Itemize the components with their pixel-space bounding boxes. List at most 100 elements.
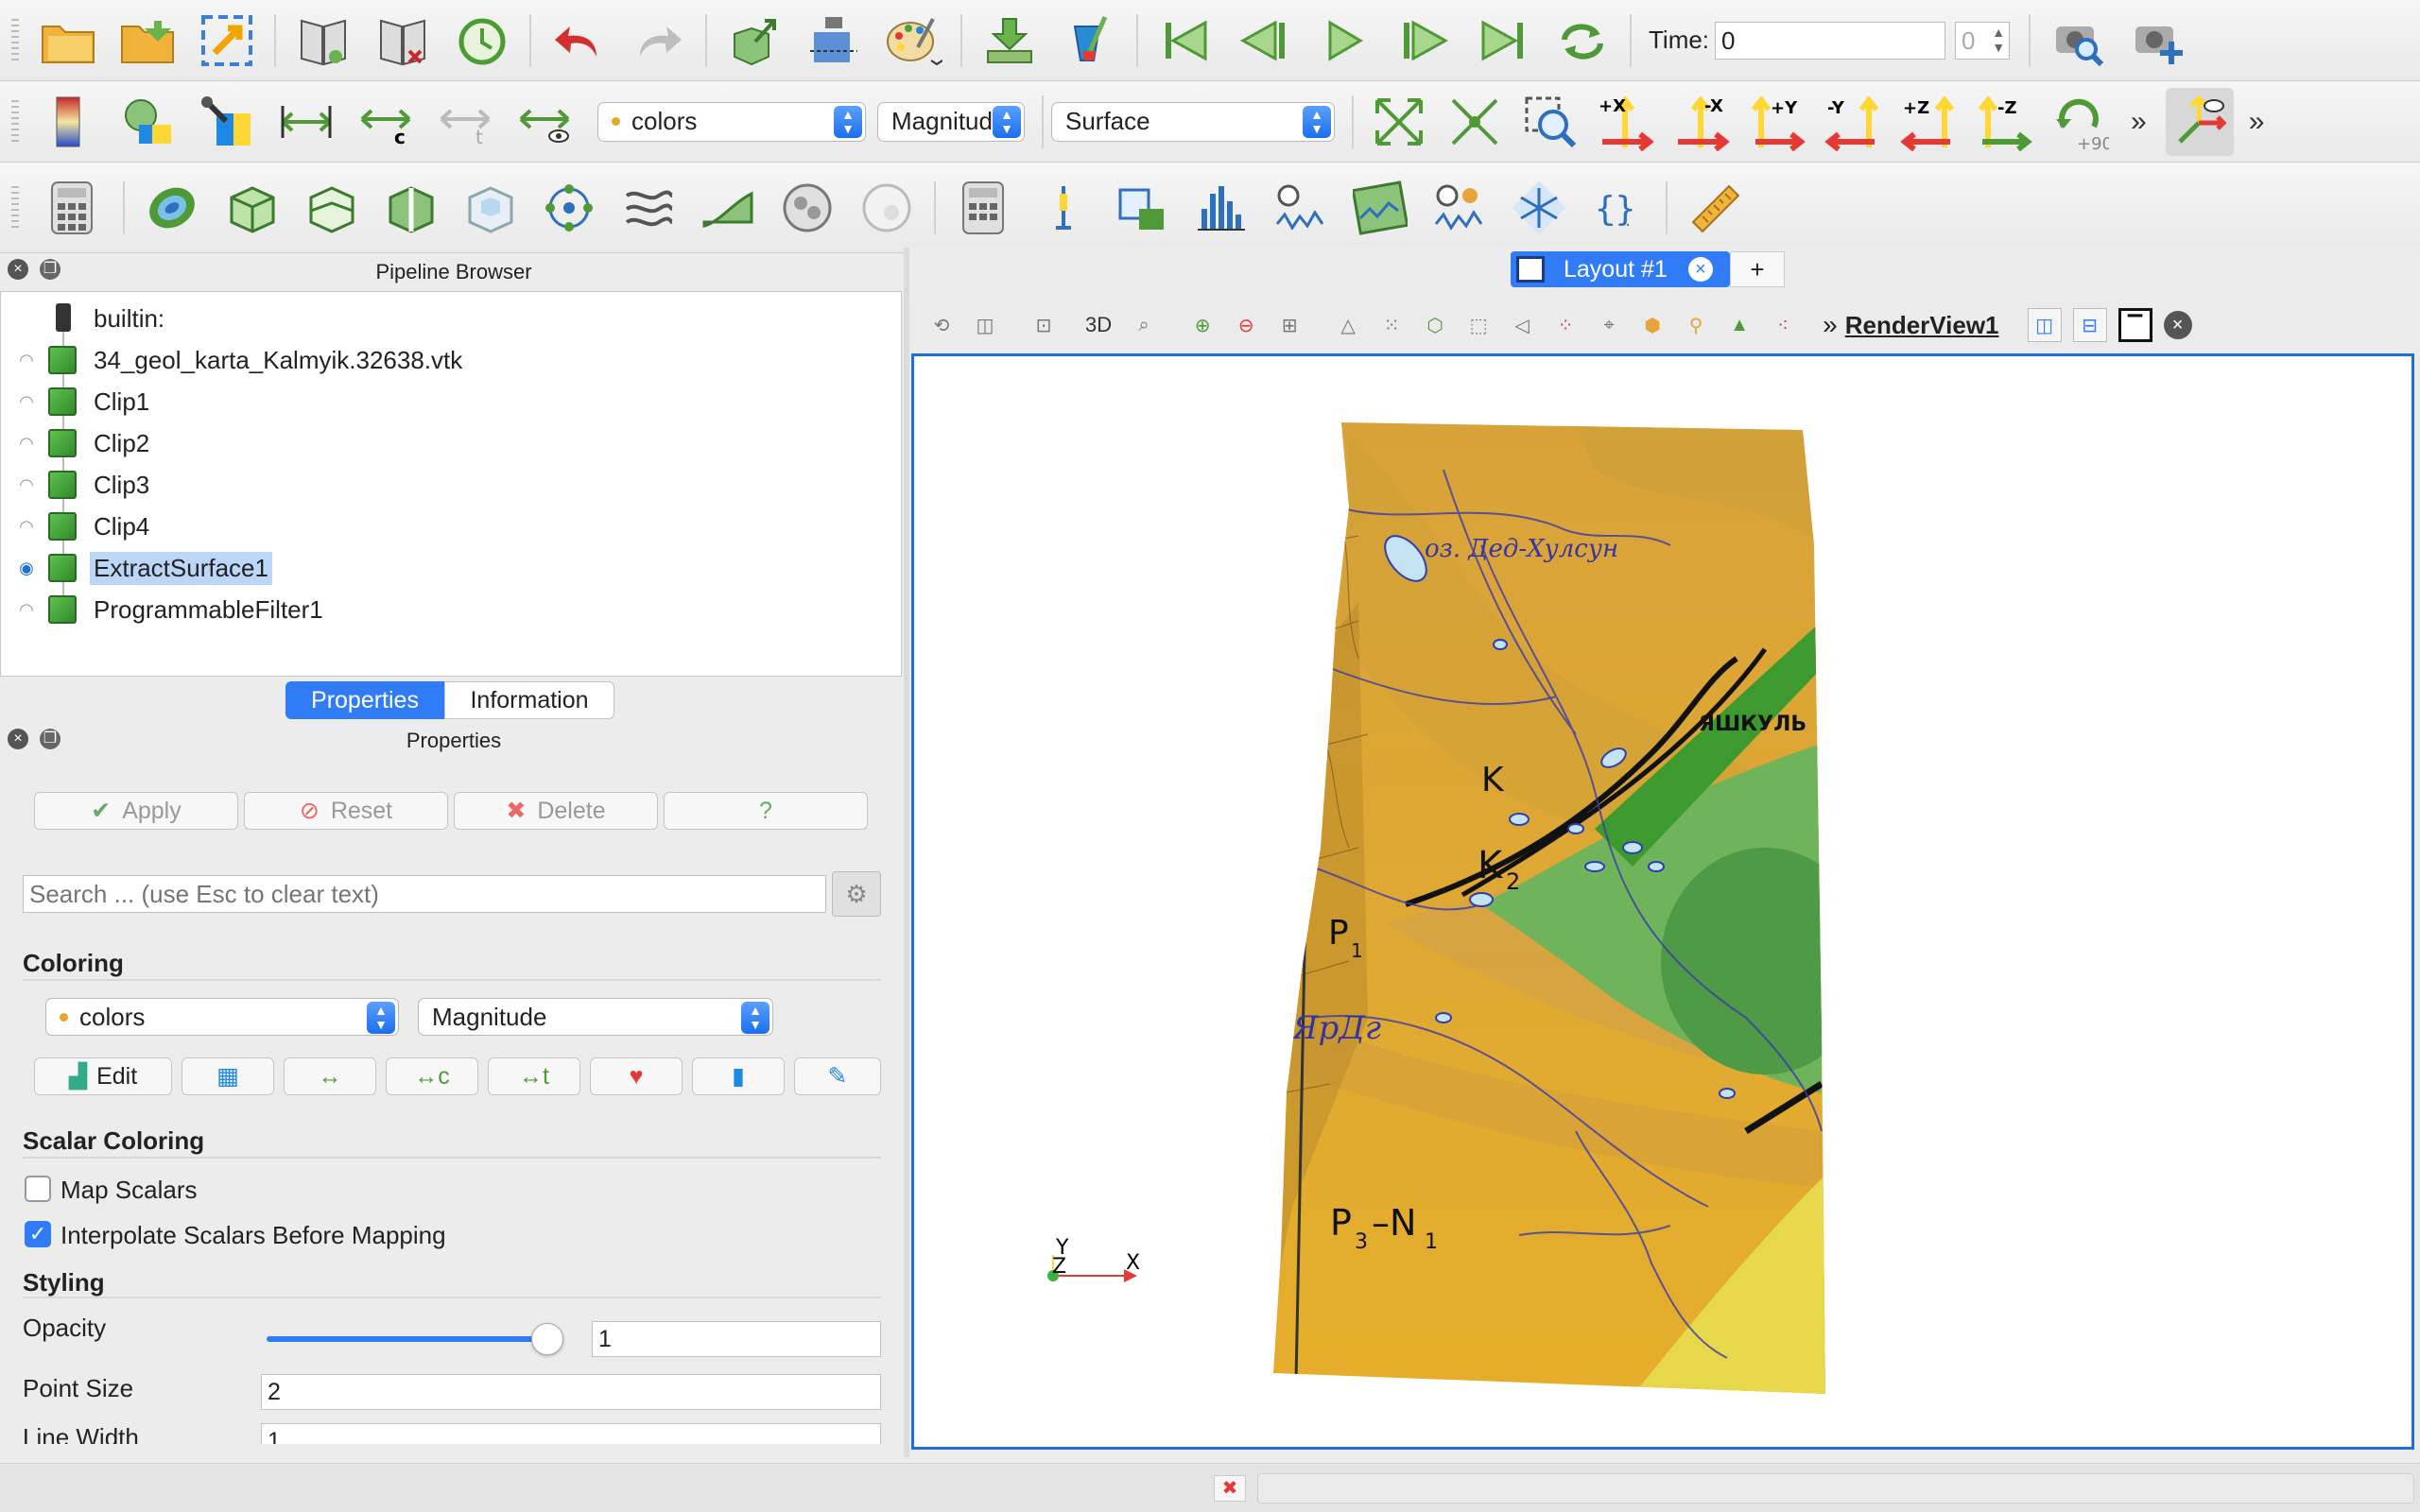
reset-camera-closest-icon[interactable]: ⟲ (925, 308, 959, 342)
advanced-properties-gear-icon[interactable]: ⚙ (832, 871, 881, 917)
close-panel-icon[interactable]: × (8, 259, 28, 280)
toolbar-grip[interactable] (11, 185, 19, 230)
plot-selection-over-time-icon[interactable] (1267, 174, 1335, 242)
grow-selection-icon[interactable]: ▲ (1722, 308, 1756, 342)
toggle-3d-button[interactable]: 3D (1085, 308, 1112, 342)
stream-tracer-icon[interactable] (614, 174, 683, 242)
toolbar-overflow-icon[interactable]: » (1823, 310, 1838, 340)
rescale-custom-button[interactable]: ↔c (386, 1057, 478, 1095)
tab-information[interactable]: Information (444, 681, 614, 719)
time-input[interactable]: 0 (1715, 21, 1946, 60)
interactive-select-icon[interactable]: ⌖ (1592, 308, 1626, 342)
pipeline-item-extractsurface1[interactable]: ◉ ExtractSurface1 (1, 547, 901, 589)
scalar-bar-icon[interactable] (113, 88, 182, 156)
interpolate-scalars-checkbox[interactable]: ✓ (25, 1221, 51, 1247)
hover-cells-icon[interactable]: ⬢ (1635, 308, 1669, 342)
visibility-hidden-icon[interactable]: ◠ (12, 600, 41, 620)
reset-camera-icon[interactable] (1365, 88, 1433, 156)
json-filter-icon[interactable]: {}... (1584, 174, 1652, 242)
pipeline-item-clip3[interactable]: ◠ Clip3 (1, 464, 901, 506)
last-frame-icon[interactable] (1469, 7, 1537, 75)
camera-link-icon[interactable] (720, 7, 788, 75)
slice-icon[interactable] (297, 174, 365, 242)
zoom-to-data-icon[interactable] (2044, 7, 2112, 75)
ruler-icon[interactable] (1681, 174, 1749, 242)
view-minus-y-icon[interactable]: -Y (1819, 88, 1887, 156)
spinbox-arrows-icon[interactable]: ▲ ▼ (1992, 25, 2005, 55)
rescale-visible-range-icon[interactable] (510, 88, 579, 156)
choose-preset-button[interactable]: ▦ (182, 1057, 274, 1095)
line-width-input[interactable]: 1 (261, 1423, 881, 1444)
undock-panel-icon[interactable]: ❐ (40, 729, 60, 749)
next-frame-icon[interactable] (1390, 7, 1458, 75)
toolbar-grip[interactable] (11, 18, 19, 62)
plot-data-over-time-icon[interactable] (1346, 174, 1414, 242)
reset-button[interactable]: ⊘ Reset (244, 792, 448, 830)
calculator-icon[interactable] (38, 174, 106, 242)
view-plus-z-icon[interactable]: +Z (1894, 88, 1962, 156)
color-array-select[interactable]: colors ▲ ▼ (597, 101, 866, 142)
coloring-component-select[interactable]: Magnitude ▲ ▼ (418, 998, 773, 1036)
point-size-input[interactable]: 2 (261, 1374, 881, 1410)
warp-by-vector-icon[interactable] (694, 174, 762, 242)
select-polygon-cells-icon[interactable]: ◁ (1505, 308, 1539, 342)
save-data-icon[interactable] (976, 7, 1044, 75)
view-minus-x-icon[interactable]: -X (1668, 88, 1736, 156)
toolbar-overflow-icon[interactable]: » (2131, 106, 2147, 138)
panel-splitter[interactable] (904, 248, 909, 1457)
contour-icon[interactable] (138, 174, 206, 242)
map-scalars-checkbox[interactable] (25, 1176, 51, 1202)
edit-color-legend-button[interactable]: ✎ (794, 1057, 881, 1095)
render-view-3d[interactable]: оз. Дед-Хулсун Эргэ (сол.) ЯрДг ЯШКУЛЬ Б… (911, 353, 2414, 1450)
close-view-icon[interactable]: × (2163, 311, 2192, 339)
select-points-remove-icon[interactable]: ⊖ (1229, 308, 1263, 342)
group-datasets-icon[interactable] (773, 174, 841, 242)
shrink-selection-icon[interactable]: ⁖ (1766, 308, 1800, 342)
pipeline-item-clip1[interactable]: ◠ Clip1 (1, 381, 901, 422)
select-points-through-icon[interactable]: ⬚ (1461, 308, 1495, 342)
pipeline-item-clip2[interactable]: ◠ Clip2 (1, 422, 901, 464)
capture-render-icon[interactable]: ◫ (968, 308, 1002, 342)
visibility-hidden-icon[interactable]: ◠ (12, 517, 41, 537)
zoom-to-box-icon[interactable] (1516, 88, 1584, 156)
glyph-icon[interactable] (535, 174, 603, 242)
color-legend-icon[interactable] (34, 88, 102, 156)
open-file-icon[interactable] (34, 7, 102, 75)
zoom-closest-icon[interactable] (1441, 88, 1509, 156)
color-legend-button[interactable]: ▮ (692, 1057, 785, 1095)
first-frame-icon[interactable] (1151, 7, 1219, 75)
capture-screenshot-icon[interactable] (2123, 7, 2191, 75)
plot-over-line-icon[interactable] (1108, 174, 1176, 242)
pipeline-item-clip4[interactable]: ◠ Clip4 (1, 506, 901, 547)
split-horizontal-icon[interactable]: ◫ (2027, 308, 2062, 342)
color-palette-icon[interactable] (879, 7, 947, 75)
redo-icon[interactable] (624, 7, 692, 75)
pipeline-item-vtk-file[interactable]: ◠ 34_geol_karta_Kalmyik.32638.vtk (1, 339, 901, 381)
threshold-icon[interactable] (376, 174, 444, 242)
extract-subset-icon[interactable] (456, 174, 524, 242)
find-data-icon[interactable] (800, 7, 868, 75)
split-vertical-icon[interactable]: ⊟ (2072, 308, 2107, 342)
opacity-slider[interactable] (267, 1336, 550, 1342)
view-plus-x-icon[interactable]: +X (1592, 88, 1660, 156)
python-shell-icon[interactable] (1055, 7, 1123, 75)
select-cells-through-icon[interactable]: ⬡ (1418, 308, 1452, 342)
select-polygon-points-icon[interactable]: ⁘ (1548, 308, 1582, 342)
apply-button[interactable]: ✔ Apply (34, 792, 238, 830)
tab-properties[interactable]: Properties (285, 681, 444, 719)
representation-select[interactable]: Surface ▲ ▼ (1051, 101, 1335, 142)
screenshot-icon[interactable]: ⊡ (1027, 308, 1061, 342)
visibility-hidden-icon[interactable]: ◠ (12, 434, 41, 454)
hover-points-icon[interactable]: ⚲ (1679, 308, 1713, 342)
rotate-90-icon[interactable]: +90 (2046, 88, 2114, 156)
select-points-add-icon[interactable]: ⊕ (1185, 308, 1219, 342)
extract-level-icon[interactable] (853, 174, 921, 242)
help-button[interactable]: ? (664, 792, 868, 830)
edit-color-map-button[interactable]: ▟ Edit (34, 1057, 172, 1095)
undo-icon[interactable] (544, 7, 613, 75)
maximize-view-icon[interactable]: ▔ (2118, 308, 2152, 342)
reset-session-icon[interactable] (448, 7, 516, 75)
toolbar-grip[interactable] (11, 99, 19, 144)
connect-icon[interactable] (193, 7, 261, 75)
undock-panel-icon[interactable]: ❐ (40, 259, 60, 280)
